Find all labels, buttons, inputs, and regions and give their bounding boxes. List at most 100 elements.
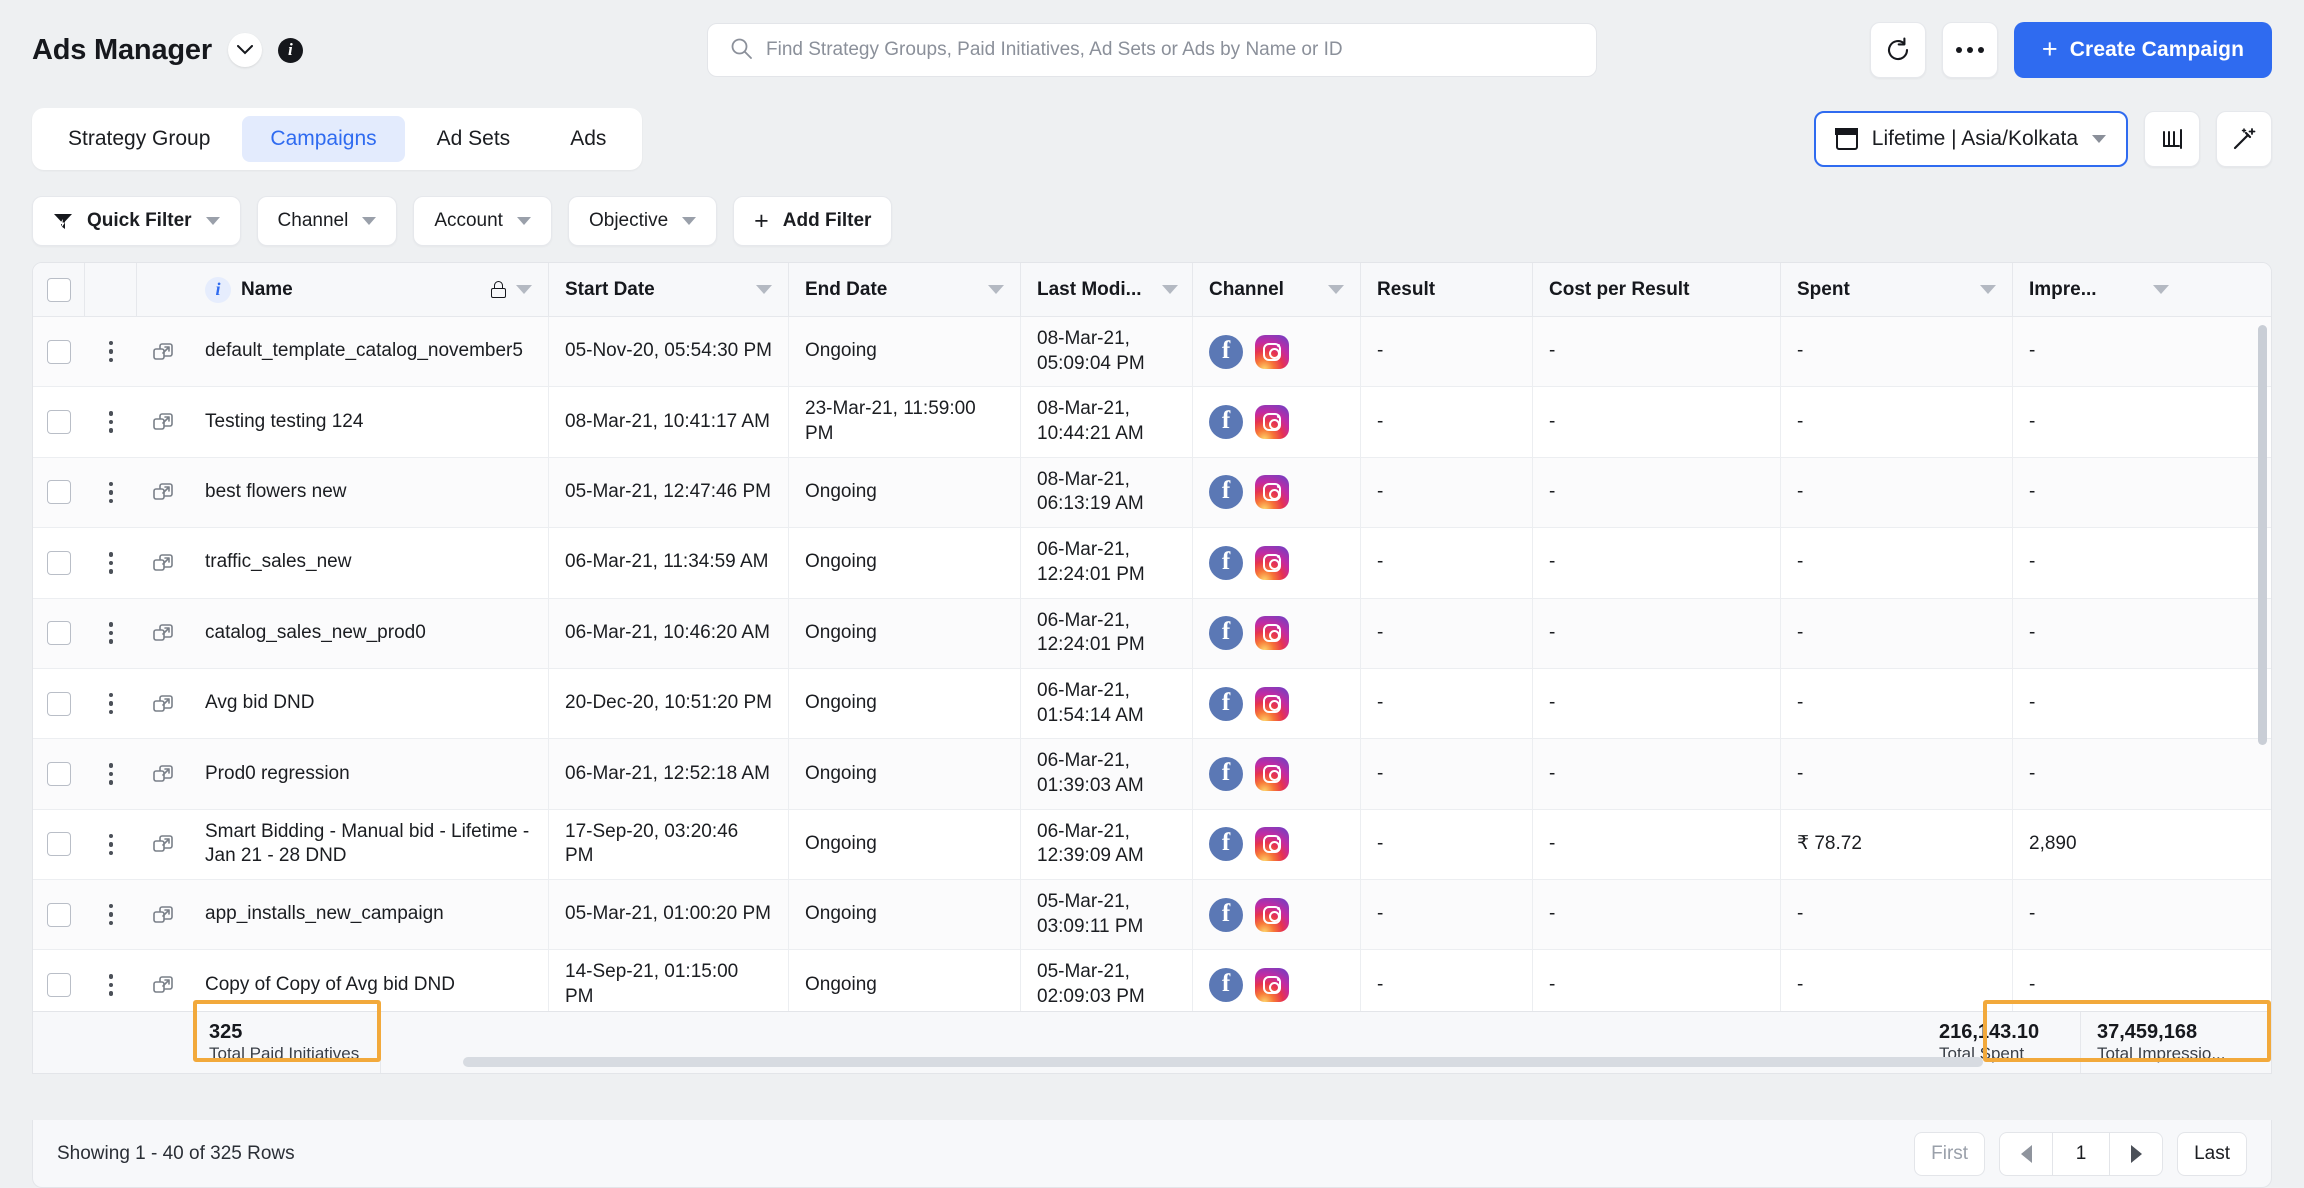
sort-chevron-icon[interactable]: [988, 285, 1004, 294]
row-checkbox[interactable]: [33, 528, 85, 597]
row-checkbox[interactable]: [33, 739, 85, 808]
column-header-channel[interactable]: Channel: [1193, 263, 1361, 316]
table-row[interactable]: Avg bid DND 20-Dec-20, 10:51:20 PM Ongoing…: [33, 668, 2271, 740]
column-header-result[interactable]: Result: [1361, 263, 1533, 316]
row-menu-icon[interactable]: [85, 739, 137, 808]
row-menu-icon[interactable]: [85, 317, 137, 386]
table-row[interactable]: app_installs_new_campaign 05-Mar-21, 01:0…: [33, 880, 2271, 951]
row-menu-icon[interactable]: [85, 669, 137, 738]
sort-chevron-icon[interactable]: [756, 285, 772, 294]
column-header-impressions[interactable]: Impre...: [2013, 263, 2185, 316]
open-in-new-icon[interactable]: [137, 317, 189, 386]
row-checkbox[interactable]: [33, 950, 85, 1011]
vertical-scrollbar[interactable]: [2257, 319, 2269, 1011]
open-in-new-icon[interactable]: [137, 810, 189, 879]
quick-filter-button[interactable]: Quick Filter: [32, 196, 241, 246]
column-header-last-modified[interactable]: Last Modi...: [1021, 263, 1193, 316]
sort-chevron-icon[interactable]: [1161, 285, 1178, 294]
table-row[interactable]: best flowers new 05-Mar-21, 12:47:46 PM On…: [33, 457, 2271, 529]
tab-strategy-group[interactable]: Strategy Group: [40, 116, 238, 162]
info-icon[interactable]: i: [277, 37, 303, 63]
cell-result: -: [1361, 528, 1533, 598]
table-row[interactable]: Prod0 regression 06-Mar-21, 12:52:18 AM On…: [33, 739, 2271, 810]
row-menu-icon[interactable]: [85, 387, 137, 456]
date-range-selector[interactable]: Lifetime | Asia/Kolkata: [1813, 111, 2128, 167]
row-checkbox[interactable]: [33, 810, 85, 879]
sort-chevron-icon[interactable]: [1980, 285, 1996, 294]
table-row[interactable]: traffic_sales_new 06-Mar-21, 11:34:59 AM O…: [33, 528, 2271, 599]
scrollbar-thumb[interactable]: [2258, 325, 2267, 745]
more-horizontal-icon[interactable]: [1941, 22, 1998, 78]
next-page-button[interactable]: [2110, 1133, 2162, 1175]
sort-chevron-icon[interactable]: [2153, 285, 2169, 294]
cell-name[interactable]: catalog_sales_new_prod0: [189, 598, 549, 668]
cell-name[interactable]: best flowers new: [189, 457, 549, 528]
magic-wand-icon[interactable]: [2216, 111, 2272, 167]
account-filter-button[interactable]: Account: [413, 196, 552, 246]
sort-chevron-icon[interactable]: [516, 285, 532, 294]
tab-ad-sets[interactable]: Ad Sets: [409, 116, 539, 162]
table-row[interactable]: catalog_sales_new_prod0 06-Mar-21, 10:46:…: [33, 598, 2271, 669]
open-in-new-icon[interactable]: [137, 880, 189, 949]
columns-settings-icon[interactable]: [2144, 111, 2200, 167]
column-header-end-date[interactable]: End Date: [789, 263, 1021, 316]
row-menu-icon[interactable]: [85, 810, 137, 879]
row-menu-icon[interactable]: [85, 458, 137, 527]
column-header-name[interactable]: i Name: [189, 263, 549, 316]
cell-name[interactable]: app_installs_new_campaign: [189, 880, 549, 950]
row-checkbox[interactable]: [33, 317, 85, 386]
open-in-new-icon[interactable]: [137, 458, 189, 527]
cell-name[interactable]: Smart Bidding - Manual bid - Lifetime - …: [189, 809, 549, 879]
objective-filter-button[interactable]: Objective: [567, 196, 718, 246]
open-in-new-icon[interactable]: [137, 528, 189, 597]
row-menu-icon[interactable]: [85, 528, 137, 597]
open-in-new-icon[interactable]: [137, 599, 189, 668]
table-row[interactable]: Smart Bidding - Manual bid - Lifetime - …: [33, 809, 2271, 880]
row-checkbox[interactable]: [33, 387, 85, 456]
first-page-button[interactable]: First: [1914, 1131, 1986, 1176]
row-menu-icon[interactable]: [85, 950, 137, 1011]
info-icon[interactable]: i: [205, 276, 231, 303]
cell-spent: -: [1781, 880, 2013, 950]
cell-result: -: [1361, 739, 1533, 809]
open-in-new-icon[interactable]: [137, 387, 189, 456]
cell-name[interactable]: Avg bid DND: [189, 668, 549, 739]
table-row[interactable]: default_template_catalog_november5 05-Nov…: [33, 317, 2271, 388]
open-in-new-icon[interactable]: [137, 950, 189, 1011]
search-input[interactable]: [766, 39, 1574, 61]
previous-page-button[interactable]: [2000, 1133, 2052, 1175]
cell-name[interactable]: Copy of Copy of Avg bid DND: [189, 950, 549, 1011]
column-header-cost-per-result[interactable]: Cost per Result: [1533, 263, 1781, 316]
cell-name[interactable]: traffic_sales_new: [189, 528, 549, 598]
create-campaign-button[interactable]: + Create Campaign: [2013, 22, 2272, 78]
cell-name[interactable]: default_template_catalog_november5: [189, 317, 549, 387]
table-row[interactable]: Copy of Copy of Avg bid DND 14-Sep-21, 01…: [33, 950, 2271, 1011]
row-menu-icon[interactable]: [85, 880, 137, 949]
column-header-spent[interactable]: Spent: [1781, 263, 2013, 316]
open-in-new-icon[interactable]: [137, 669, 189, 738]
row-menu-icon[interactable]: [85, 599, 137, 668]
channel-filter-button[interactable]: Channel: [256, 196, 398, 246]
facebook-icon: f: [1209, 897, 1243, 932]
row-checkbox[interactable]: [33, 458, 85, 527]
cell-name[interactable]: Testing testing 124: [189, 387, 549, 457]
cell-name[interactable]: Prod0 regression: [189, 739, 549, 809]
select-all-checkbox[interactable]: [33, 263, 85, 316]
open-in-new-icon[interactable]: [137, 739, 189, 808]
add-filter-button[interactable]: + Add Filter: [733, 196, 893, 246]
tab-ads[interactable]: Ads: [542, 116, 634, 162]
current-page-value[interactable]: 1: [2052, 1132, 2111, 1175]
chevron-down-icon[interactable]: [227, 33, 262, 67]
last-page-button[interactable]: Last: [2177, 1131, 2247, 1176]
horizontal-scrollbar[interactable]: [463, 1057, 1983, 1067]
cell-spent: -: [1781, 950, 2013, 1011]
search-bar[interactable]: [707, 23, 1597, 77]
tab-campaigns[interactable]: Campaigns: [242, 116, 405, 162]
row-checkbox[interactable]: [33, 599, 85, 668]
row-checkbox[interactable]: [33, 880, 85, 949]
column-header-start-date[interactable]: Start Date: [549, 263, 789, 316]
table-row[interactable]: Testing testing 124 08-Mar-21, 10:41:17 A…: [33, 387, 2271, 458]
refresh-icon[interactable]: [1869, 22, 1926, 78]
row-checkbox[interactable]: [33, 669, 85, 738]
sort-chevron-icon[interactable]: [1328, 285, 1344, 294]
